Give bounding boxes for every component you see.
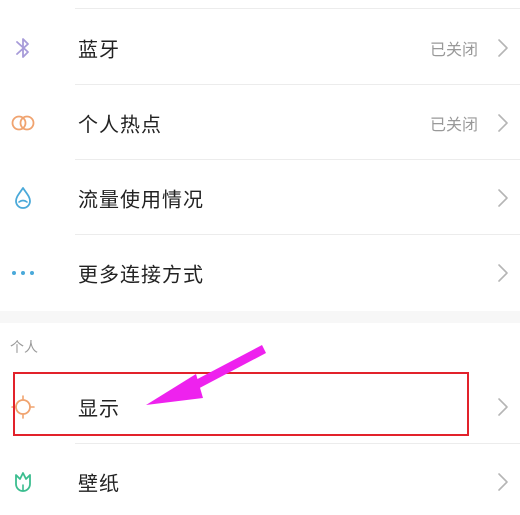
settings-row-label: 显示 [78, 396, 120, 420]
settings-screen: 蓝牙 已关闭 个人热点 已关闭 流量使用情况 更多连接方式 个人 显示 壁纸 [0, 0, 520, 515]
bluetooth-icon [10, 35, 36, 61]
status-text: 已关闭 [429, 39, 478, 59]
chevron-right-icon [498, 263, 508, 282]
settings-row-label: 更多连接方式 [78, 262, 204, 286]
section-header-personal: 个人 [0, 323, 520, 369]
sun-icon [10, 394, 36, 420]
hotspot-icon [10, 110, 36, 136]
settings-row-label: 流量使用情况 [78, 187, 204, 211]
section-title: 个人 [10, 340, 38, 356]
water-drop-icon [10, 185, 36, 211]
settings-row-more-connections[interactable]: 更多连接方式 [0, 235, 520, 310]
status-text: 已关闭 [429, 114, 478, 134]
settings-row-label: 壁纸 [78, 471, 120, 495]
divider [75, 8, 520, 9]
settings-row-data-usage[interactable]: 流量使用情况 [0, 160, 520, 235]
settings-row-display[interactable]: 显示 [0, 369, 520, 444]
settings-row-label: 蓝牙 [78, 37, 120, 61]
settings-row-label: 个人热点 [78, 112, 162, 136]
section-gap [0, 311, 520, 323]
chevron-right-icon [498, 38, 508, 57]
settings-row-bluetooth[interactable]: 蓝牙 已关闭 [0, 10, 520, 85]
tulip-icon [10, 469, 36, 495]
chevron-right-icon [498, 397, 508, 416]
more-dots-icon [10, 260, 36, 286]
chevron-right-icon [498, 113, 508, 132]
settings-row-hotspot[interactable]: 个人热点 已关闭 [0, 85, 520, 160]
settings-row-wallpaper[interactable]: 壁纸 [0, 444, 520, 515]
chevron-right-icon [498, 188, 508, 207]
chevron-right-icon [498, 472, 508, 491]
